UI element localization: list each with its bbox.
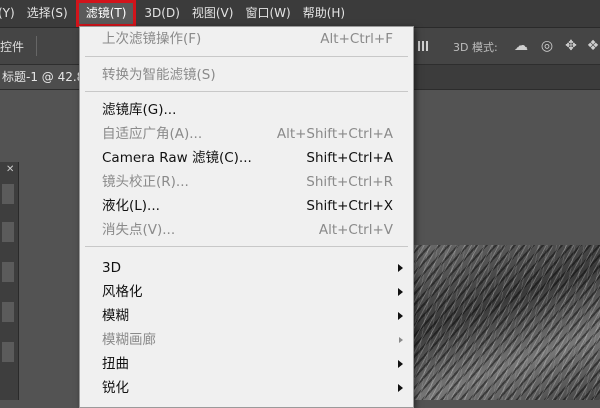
options-divider xyxy=(36,36,37,56)
menu-item-lens-correction[interactable]: 镜头校正(R)... Shift+Ctrl+R xyxy=(80,170,413,194)
menu-item-convert-smart-filter[interactable]: 转换为智能滤镜(S) xyxy=(80,63,413,87)
menu-type[interactable]: (Y) xyxy=(0,0,21,27)
menu-item-stylize[interactable]: 风格化 xyxy=(80,280,413,304)
menu-item-distort[interactable]: 扭曲 xyxy=(80,352,413,376)
panel-tab[interactable] xyxy=(2,222,14,242)
menu-separator xyxy=(85,246,408,247)
menu-separator xyxy=(85,91,408,92)
menu-item-liquify[interactable]: 液化(L)... Shift+Ctrl+X xyxy=(80,194,413,218)
submenu-arrow-icon xyxy=(398,360,403,368)
panel-tab[interactable] xyxy=(2,342,14,362)
menu-separator xyxy=(85,56,408,57)
submenu-arrow-icon xyxy=(398,288,403,296)
distribute-icon[interactable] xyxy=(418,41,428,51)
menu-item-blur-gallery[interactable]: 模糊画廊 xyxy=(80,328,413,352)
menu-item-vanishing-point[interactable]: 消失点(V)... Alt+Ctrl+V xyxy=(80,218,413,242)
panel-dock: ✕ xyxy=(0,162,19,400)
submenu-arrow-icon xyxy=(398,264,403,272)
transform-controls-label[interactable]: 控件 xyxy=(0,38,24,55)
menu-window[interactable]: 窗口(W) xyxy=(239,0,296,27)
menu-view[interactable]: 视图(V) xyxy=(186,0,240,27)
panel-tab[interactable] xyxy=(2,302,14,322)
submenu-arrow-icon xyxy=(399,337,403,343)
panel-menu-icon[interactable] xyxy=(2,184,14,204)
3d-mode-label: 3D 模式: xyxy=(453,41,498,54)
slide-icon[interactable]: ❖ xyxy=(584,37,600,55)
menu-3d[interactable]: 3D(D) xyxy=(138,0,185,27)
submenu-arrow-icon xyxy=(398,312,403,320)
filter-menu: 上次滤镜操作(F) Alt+Ctrl+F 转换为智能滤镜(S) 滤镜库(G)..… xyxy=(79,26,414,408)
close-icon[interactable]: ✕ xyxy=(6,164,14,175)
menu-filter[interactable]: 滤镜(T) xyxy=(75,0,137,27)
menu-help[interactable]: 帮助(H) xyxy=(297,0,351,27)
roll-icon[interactable]: ◎ xyxy=(538,37,556,55)
menu-item-sharpen[interactable]: 锐化 xyxy=(80,376,413,400)
canvas-image[interactable] xyxy=(410,245,600,400)
menu-item-last-filter[interactable]: 上次滤镜操作(F) Alt+Ctrl+F xyxy=(80,27,413,51)
orbit-icon[interactable]: ☁ xyxy=(512,37,530,55)
menu-item-camera-raw[interactable]: Camera Raw 滤镜(C)... Shift+Ctrl+A xyxy=(80,146,413,170)
panel-tab[interactable] xyxy=(2,262,14,282)
menu-item-adaptive-wide-angle[interactable]: 自适应广角(A)... Alt+Shift+Ctrl+A xyxy=(80,122,413,146)
pan-icon[interactable]: ✥ xyxy=(562,37,580,55)
menu-select[interactable]: 选择(S) xyxy=(21,0,74,27)
menu-item-blur[interactable]: 模糊 xyxy=(80,304,413,328)
menubar: (Y) 选择(S) 滤镜(T) 3D(D) 视图(V) 窗口(W) 帮助(H) xyxy=(0,0,600,28)
menu-item-3d[interactable]: 3D xyxy=(80,256,413,280)
document-tab[interactable]: 标题-1 @ 42.8 xyxy=(0,65,82,89)
submenu-arrow-icon xyxy=(398,384,403,392)
menu-item-filter-gallery[interactable]: 滤镜库(G)... xyxy=(80,98,413,122)
